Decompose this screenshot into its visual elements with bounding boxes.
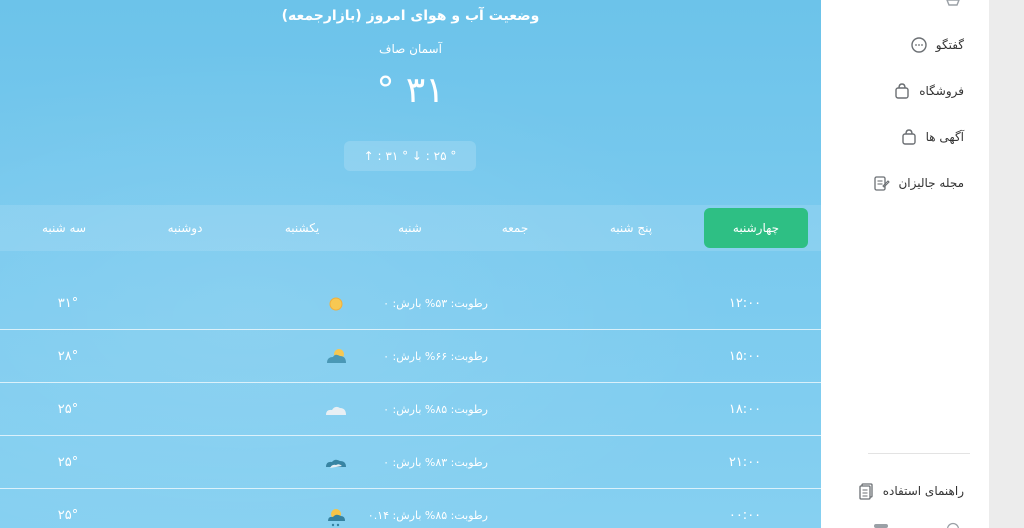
weather-condition: آسمان صاف xyxy=(379,42,442,56)
row-temperature: ۲۵° xyxy=(57,455,79,470)
sidebar-item-store[interactable]: فروشگاه xyxy=(893,79,964,103)
day-tabs: چهارشنبه پنج شنبه جمعه شنبه یکشنبه دوشنب… xyxy=(0,205,821,251)
scrollbar-gutter[interactable] xyxy=(989,0,1024,528)
rain-sun-icon xyxy=(328,509,345,527)
tab-friday[interactable]: جمعه xyxy=(490,205,540,251)
tab-wednesday[interactable]: چهارشنبه xyxy=(704,208,808,248)
sidebar-item-guide[interactable]: راهنمای استفاده xyxy=(857,479,964,503)
document-icon xyxy=(859,483,873,500)
row-time: ۲۱:۰۰ xyxy=(728,455,762,470)
temperature-range: ° ۲۵ : ↓ ° ۳۱ : ↑ xyxy=(344,141,476,171)
weather-panel: وضعیت آب و هوای امروز (بازارجمعه) آسمان … xyxy=(0,0,821,528)
sun-icon xyxy=(329,297,343,311)
hourly-row: ۲۱:۰۰ رطوبت: ۸۳% بارش: ۰ ۲۵° xyxy=(0,436,821,489)
row-humidity-precip: رطوبت: ۸۵% بارش: ۰ xyxy=(383,403,488,416)
weather-title: وضعیت آب و هوای امروز (بازارجمعه) xyxy=(281,8,540,24)
row-temperature: ۲۵° xyxy=(57,508,79,523)
shopping-bag-icon xyxy=(895,83,909,99)
tab-monday[interactable]: دوشنبه xyxy=(155,205,215,251)
partial-menu-icon xyxy=(946,0,960,6)
sidebar-item-label: گفتگو xyxy=(935,38,964,52)
sidebar-item-label: فروشگاه xyxy=(919,84,964,98)
hourly-row: ۰۰:۰۰ رطوبت: ۸۵% بارش: ۰.۱۴ ۲۵° xyxy=(0,489,821,528)
sidebar-item-label: مجله جالیزان xyxy=(898,176,964,190)
partial-menu-icon xyxy=(946,522,960,528)
tab-sunday[interactable]: یکشنبه xyxy=(272,205,332,251)
sidebar-item-ads[interactable]: آگهی ها xyxy=(900,125,964,149)
sidebar-item-chat[interactable]: گفتگو xyxy=(910,33,964,57)
tab-saturday[interactable]: شنبه xyxy=(385,205,435,251)
row-temperature: ۳۱° xyxy=(57,296,79,311)
partial-label-icon xyxy=(874,524,888,528)
dark-cloud-icon xyxy=(326,459,346,468)
current-temperature: ۳۱ ° xyxy=(376,70,445,111)
row-humidity-precip: رطوبت: ۸۳% بارش: ۰ xyxy=(383,456,488,469)
partly-cloudy-icon xyxy=(327,349,346,363)
sidebar-divider xyxy=(868,453,970,454)
hourly-row: ۱۵:۰۰ رطوبت: ۶۶% بارش: ۰ ۲۸° xyxy=(0,330,821,383)
sidebar-item-label: راهنمای استفاده xyxy=(882,484,964,498)
notepad-icon xyxy=(874,176,891,191)
row-temperature: ۲۸° xyxy=(57,349,79,364)
row-humidity-precip: رطوبت: ۵۳% بارش: ۰ xyxy=(383,297,488,310)
hourly-row: ۱۸:۰۰ رطوبت: ۸۵% بارش: ۰ ۲۵° xyxy=(0,383,821,436)
cloud-icon xyxy=(326,406,346,415)
row-time: ۱۸:۰۰ xyxy=(728,402,762,417)
row-humidity-precip: رطوبت: ۸۵% بارش: ۰.۱۴ xyxy=(367,509,488,522)
shopping-bag-icon xyxy=(901,129,916,145)
tab-tuesday[interactable]: سه شنبه xyxy=(32,205,96,251)
chat-icon xyxy=(911,37,927,53)
row-humidity-precip: رطوبت: ۶۶% بارش: ۰ xyxy=(383,350,488,363)
sidebar-item-label: آگهی ها xyxy=(925,130,964,144)
row-temperature: ۲۵° xyxy=(57,402,79,417)
row-time: ۰۰:۰۰ xyxy=(728,508,762,523)
row-time: ۱۲:۰۰ xyxy=(728,296,762,311)
row-time: ۱۵:۰۰ xyxy=(728,349,762,364)
hourly-row: ۱۲:۰۰ رطوبت: ۵۳% بارش: ۰ ۳۱° xyxy=(0,277,821,330)
sidebar-item-magazine[interactable]: مجله جالیزان xyxy=(872,171,964,195)
tab-thursday[interactable]: پنج شنبه xyxy=(595,205,667,251)
